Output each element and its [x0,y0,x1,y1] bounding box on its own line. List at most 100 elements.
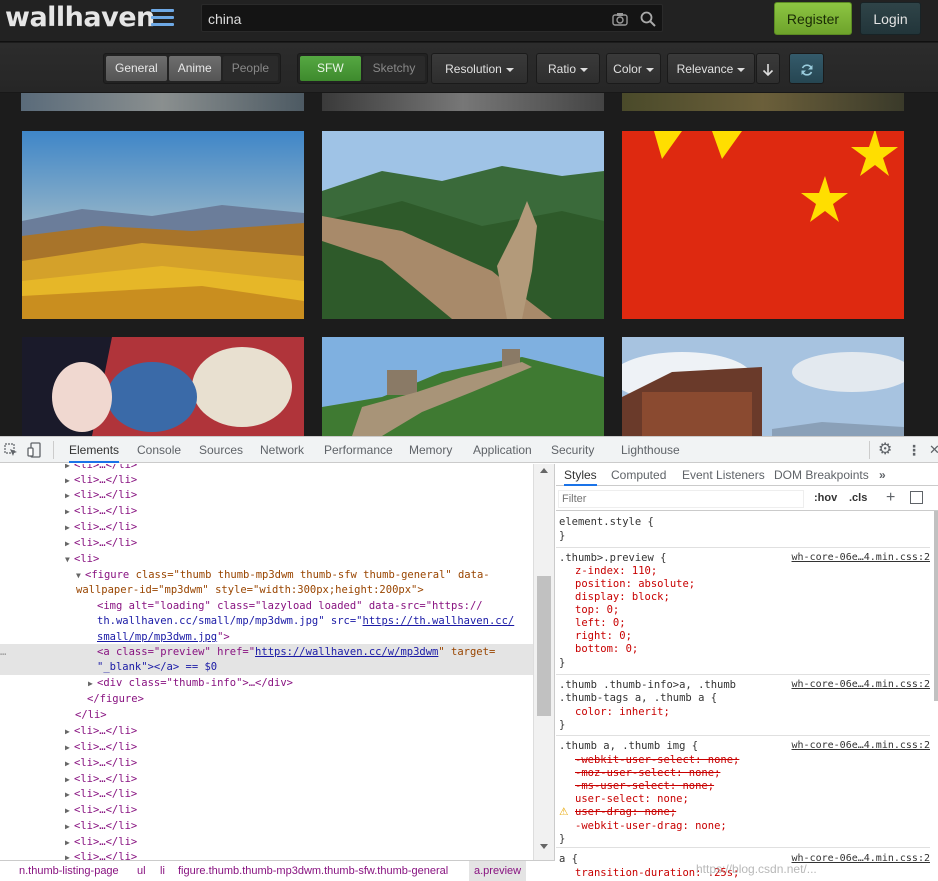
dom-node-thumb-info[interactable]: <div class="thumb-info">…</div> [97,677,293,689]
breadcrumb-item[interactable]: figure.thumb.thumb-mp3dwm.thumb-sfw.thum… [178,861,448,881]
tab-sources[interactable]: Sources [199,437,243,463]
category-people-toggle[interactable]: People [222,56,279,81]
inspect-element-icon[interactable] [4,443,18,457]
purity-sfw-toggle[interactable]: SFW [300,56,361,81]
dom-node[interactable]: <li>…</li> [74,521,137,533]
css-property[interactable]: position: absolute; [575,578,695,591]
dom-node[interactable]: <li>…</li> [74,464,137,471]
breadcrumb-item[interactable]: n.thumb-listing-page [19,861,119,881]
dom-node[interactable]: <li>…</li> [74,474,137,486]
cls-toggle[interactable]: .cls [849,492,867,504]
purity-sketchy-toggle[interactable]: Sketchy [362,56,426,81]
tab-console[interactable]: Console [137,437,181,463]
breadcrumb-item-selected[interactable]: a.preview [469,861,527,881]
dom-node[interactable]: <li>…</li> [74,804,137,816]
wallpaper-thumb-terraces[interactable] [22,131,304,319]
dom-node[interactable]: <li>…</li> [74,836,137,848]
category-general-toggle[interactable]: General [106,56,167,81]
register-button[interactable]: Register [774,2,852,35]
tab-security[interactable]: Security [551,437,594,463]
wallpaper-thumb[interactable] [622,93,904,111]
ratio-dropdown[interactable]: Ratio [536,53,600,84]
wallpaper-thumb[interactable] [21,93,304,111]
camera-icon[interactable] [612,11,628,27]
login-button[interactable]: Login [860,2,921,35]
tab-styles[interactable]: Styles [564,464,597,486]
css-property[interactable]: display: block; [575,591,670,604]
css-property[interactable]: z-index: 110; [575,565,657,578]
css-property[interactable]: user-select: none; [575,793,689,806]
css-property[interactable]: bottom: 0; [575,643,638,656]
stylesheet-link[interactable]: wh-core-06e…4.min.css:2 [792,740,930,751]
hov-toggle[interactable]: :hov [814,492,837,504]
css-property-invalid[interactable]: user-drag: none; [575,806,676,819]
dom-link[interactable]: https://th.wallhaven.cc/ [363,615,515,627]
css-property-overridden[interactable]: -webkit-user-select: none; [575,754,739,767]
styles-filter-input[interactable] [558,490,804,508]
stylesheet-link[interactable]: wh-core-06e…4.min.css:2 [792,552,930,563]
device-toolbar-icon[interactable] [27,442,41,458]
wallpaper-thumb-anime[interactable] [22,337,304,436]
dom-link[interactable]: https://wallhaven.cc/w/mp3dwm [255,646,438,658]
dom-node-a-preview[interactable]: <a class="preview" href=" [97,646,255,658]
dom-node[interactable]: <li>…</li> [74,537,137,549]
tab-lighthouse[interactable]: Lighthouse [621,437,680,463]
wallpaper-thumb-china-flag[interactable] [622,131,904,319]
more-options-icon[interactable]: ⋮ [907,440,921,460]
selector[interactable]: .thumb a, .thumb img { [559,740,698,753]
wallpaper-thumb-great-wall[interactable] [322,131,604,319]
search-input[interactable] [208,9,598,29]
selector[interactable]: a { [559,853,578,866]
scroll-up-icon[interactable] [540,468,548,473]
breadcrumb-item[interactable]: li [160,861,165,881]
color-dropdown[interactable]: Color [606,53,661,84]
css-property[interactable]: right: 0; [575,630,632,643]
menu-icon[interactable] [151,9,174,27]
selector[interactable]: .thumb .thumb-info>a, .thumb [559,679,736,692]
styles-scrollbar[interactable] [934,511,938,701]
dom-node-figure[interactable]: <figure [85,569,129,581]
toggle-sidebar-icon[interactable] [910,491,923,504]
css-property-overridden[interactable]: -moz-user-select: none; [575,767,720,780]
more-tabs-icon[interactable]: » [879,464,886,486]
dom-node[interactable]: <li>…</li> [74,773,137,785]
gear-icon[interactable]: ⚙ [878,440,892,460]
search-icon[interactable] [640,11,656,27]
sorting-dropdown[interactable]: Relevance [667,53,755,84]
tab-performance[interactable]: Performance [324,437,393,463]
category-anime-toggle[interactable]: Anime [168,56,221,81]
selector[interactable]: .thumb-tags a, .thumb a { [559,692,717,705]
wallpaper-thumb-great-wall-2[interactable] [322,337,604,436]
dom-node[interactable]: <li>…</li> [74,741,137,753]
scroll-thumb[interactable] [537,576,551,716]
close-icon[interactable]: ✕ [929,440,938,460]
dom-node[interactable]: <li>…</li> [74,788,137,800]
css-property-overridden[interactable]: -ms-user-select: none; [575,780,714,793]
resolution-dropdown[interactable]: Resolution [431,53,528,84]
breadcrumb-item[interactable]: ul [137,861,146,881]
tab-computed[interactable]: Computed [611,464,666,486]
selector[interactable]: .thumb>.preview { [559,552,666,565]
dom-node[interactable]: <li>…</li> [74,820,137,832]
wallpaper-thumb-pavilion[interactable] [622,337,904,436]
tab-event-listeners[interactable]: Event Listeners [682,464,765,486]
dom-node-img[interactable]: <img alt="loading" class="lazyload loade… [97,600,483,612]
dom-node[interactable]: <li>…</li> [74,505,137,517]
tab-dom-breakpoints[interactable]: DOM Breakpoints [774,464,869,486]
dom-tree-scrollbar[interactable] [533,464,555,866]
selector[interactable]: element.style { [559,516,654,529]
tab-memory[interactable]: Memory [409,437,452,463]
add-rule-icon[interactable]: + [886,489,895,507]
dom-link[interactable]: small/mp/mp3dwm.jpg [97,631,217,643]
tab-elements[interactable]: Elements [69,437,120,463]
tab-application[interactable]: Application [473,437,532,463]
dom-node[interactable]: <li>…</li> [74,489,137,501]
wallpaper-thumb[interactable] [322,93,604,111]
site-logo[interactable]: wallhaven [5,2,155,33]
dom-node[interactable]: <li>…</li> [74,725,137,737]
stylesheet-link[interactable]: wh-core-06e…4.min.css:2 [792,679,930,690]
sort-order-button[interactable] [756,53,780,84]
css-property[interactable]: -webkit-user-drag: none; [575,820,727,833]
dom-node-open-li[interactable]: <li> [74,553,99,565]
css-property[interactable]: left: 0; [575,617,626,630]
